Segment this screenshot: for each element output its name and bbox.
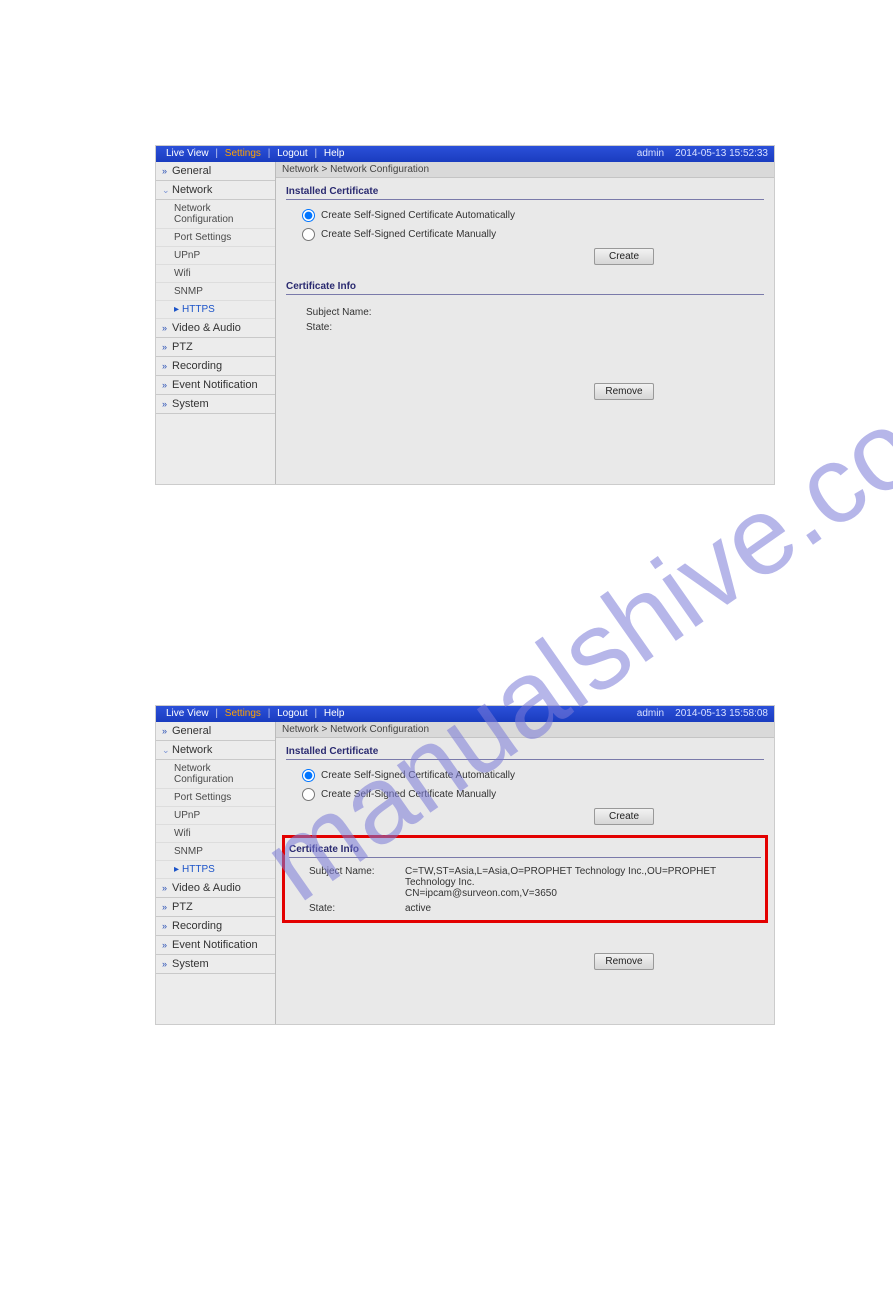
separator: | [314, 148, 317, 159]
sidebar-item-network-configuration[interactable]: Network Configuration [156, 200, 275, 229]
sidebar-item-network[interactable]: Network [156, 181, 275, 200]
top-nav-bar: Live View | Settings | Logout | Help adm… [156, 146, 774, 162]
nav-help[interactable]: Help [320, 148, 349, 159]
sidebar-item-video-audio[interactable]: Video & Audio [156, 879, 275, 898]
state-value: active [405, 903, 761, 914]
main-content: Network > Network Configuration Installe… [276, 162, 774, 484]
sidebar-item-network[interactable]: Network [156, 741, 275, 760]
radio-auto-label: Create Self-Signed Certificate Automatic… [321, 770, 515, 781]
sidebar-item-wifi[interactable]: Wifi [156, 265, 275, 283]
chevron-icon [162, 940, 170, 950]
top-nav-left: Live View | Settings | Logout | Help [162, 706, 348, 722]
nav-live-view[interactable]: Live View [162, 708, 213, 719]
chevron-icon [162, 323, 170, 333]
radio-auto-self-signed[interactable] [302, 209, 315, 222]
sidebar-item-event-notification[interactable]: Event Notification [156, 376, 275, 395]
chevron-down-icon [162, 185, 170, 196]
subject-name-label: Subject Name: [309, 866, 405, 899]
sidebar-item-system[interactable]: System [156, 395, 275, 414]
chevron-icon [162, 380, 170, 390]
sidebar-item-general[interactable]: General [156, 722, 275, 741]
chevron-down-icon [162, 745, 170, 756]
sidebar-item-network-configuration[interactable]: Network Configuration [156, 760, 275, 789]
sidebar-item-video-audio[interactable]: Video & Audio [156, 319, 275, 338]
sidebar-item-ptz[interactable]: PTZ [156, 338, 275, 357]
chevron-icon [162, 166, 170, 176]
state-label: State: [306, 322, 402, 333]
nav-help[interactable]: Help [320, 708, 349, 719]
section-certificate-info: Certificate Info [289, 842, 761, 858]
radio-auto-self-signed[interactable] [302, 769, 315, 782]
current-datetime: 2014-05-13 15:52:33 [675, 148, 768, 159]
chevron-icon [162, 342, 170, 352]
breadcrumb: Network > Network Configuration [276, 722, 774, 738]
screenshot-2: Live View | Settings | Logout | Help adm… [155, 705, 775, 1025]
sidebar-item-port-settings[interactable]: Port Settings [156, 229, 275, 247]
remove-button[interactable]: Remove [594, 383, 654, 400]
sidebar-item-port-settings[interactable]: Port Settings [156, 789, 275, 807]
sidebar-item-recording[interactable]: Recording [156, 917, 275, 936]
top-nav-right: admin 2014-05-13 15:58:08 [637, 706, 768, 722]
radio-manual-label: Create Self-Signed Certificate Manually [321, 229, 496, 240]
sidebar-item-snmp[interactable]: SNMP [156, 283, 275, 301]
separator: | [215, 148, 218, 159]
create-button[interactable]: Create [594, 248, 654, 265]
section-certificate-info: Certificate Info [286, 279, 764, 295]
current-datetime: 2014-05-13 15:58:08 [675, 708, 768, 719]
section-installed-certificate: Installed Certificate [286, 744, 764, 760]
nav-logout[interactable]: Logout [273, 708, 312, 719]
radio-manual-self-signed[interactable] [302, 788, 315, 801]
chevron-icon [162, 726, 170, 736]
current-user: admin [637, 148, 664, 159]
sidebar-item-https[interactable]: HTTPS [156, 301, 275, 319]
radio-auto-label: Create Self-Signed Certificate Automatic… [321, 210, 515, 221]
breadcrumb: Network > Network Configuration [276, 162, 774, 178]
main-content: Network > Network Configuration Installe… [276, 722, 774, 1024]
nav-live-view[interactable]: Live View [162, 148, 213, 159]
nav-logout[interactable]: Logout [273, 148, 312, 159]
sidebar-item-ptz[interactable]: PTZ [156, 898, 275, 917]
chevron-icon [162, 902, 170, 912]
top-nav-right: admin 2014-05-13 15:52:33 [637, 146, 768, 162]
sidebar-item-system[interactable]: System [156, 955, 275, 974]
chevron-icon [162, 921, 170, 931]
state-value [402, 322, 764, 333]
subject-name-value: C=TW,ST=Asia,L=Asia,O=PROPHET Technology… [405, 866, 761, 899]
separator: | [268, 148, 271, 159]
subject-name-label: Subject Name: [306, 307, 402, 318]
top-nav-bar: Live View | Settings | Logout | Help adm… [156, 706, 774, 722]
remove-button[interactable]: Remove [594, 953, 654, 970]
certificate-info-box: Subject Name: State: [286, 301, 764, 339]
certificate-info-box-highlighted: Certificate Info Subject Name: C=TW,ST=A… [282, 835, 768, 923]
separator: | [268, 708, 271, 719]
state-label: State: [309, 903, 405, 914]
sidebar-item-general[interactable]: General [156, 162, 275, 181]
nav-settings[interactable]: Settings [221, 148, 265, 159]
top-nav-left: Live View | Settings | Logout | Help [162, 146, 348, 162]
sidebar-item-wifi[interactable]: Wifi [156, 825, 275, 843]
current-user: admin [637, 708, 664, 719]
radio-manual-label: Create Self-Signed Certificate Manually [321, 789, 496, 800]
screenshot-1: Live View | Settings | Logout | Help adm… [155, 145, 775, 485]
chevron-icon [162, 399, 170, 409]
nav-settings[interactable]: Settings [221, 708, 265, 719]
chevron-icon [162, 883, 170, 893]
sidebar-item-snmp[interactable]: SNMP [156, 843, 275, 861]
create-button[interactable]: Create [594, 808, 654, 825]
sidebar-item-https[interactable]: HTTPS [156, 861, 275, 879]
sidebar-item-recording[interactable]: Recording [156, 357, 275, 376]
sidebar-item-upnp[interactable]: UPnP [156, 807, 275, 825]
sidebar: General Network Network Configuration Po… [156, 162, 276, 484]
sidebar-item-upnp[interactable]: UPnP [156, 247, 275, 265]
chevron-icon [162, 361, 170, 371]
sidebar: General Network Network Configuration Po… [156, 722, 276, 1024]
sidebar-item-event-notification[interactable]: Event Notification [156, 936, 275, 955]
separator: | [314, 708, 317, 719]
separator: | [215, 708, 218, 719]
subject-name-value [402, 307, 764, 318]
section-installed-certificate: Installed Certificate [286, 184, 764, 200]
radio-manual-self-signed[interactable] [302, 228, 315, 241]
chevron-icon [162, 959, 170, 969]
